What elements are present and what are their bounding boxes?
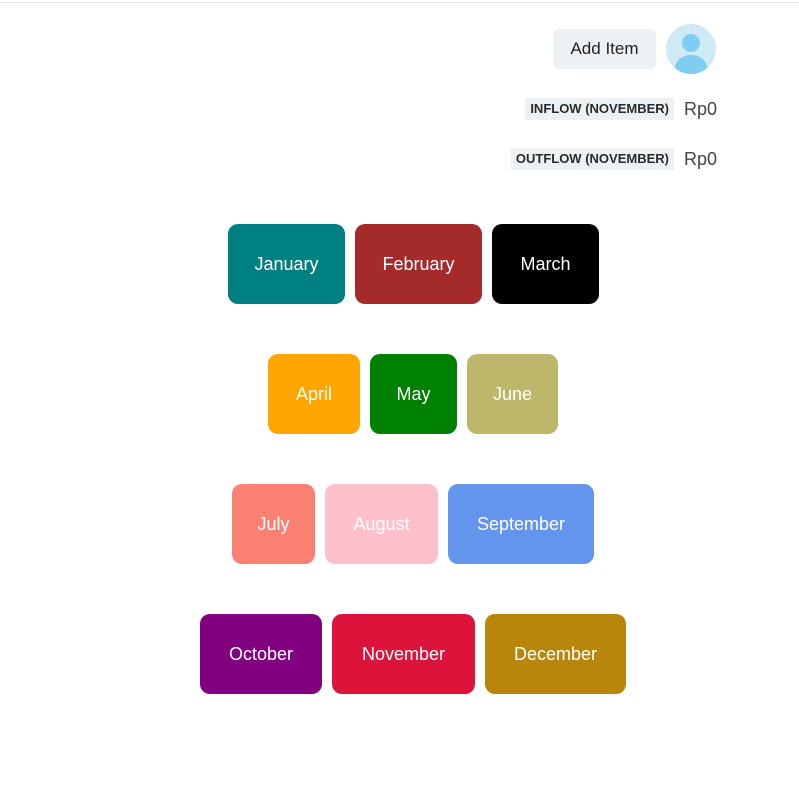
- month-button-june[interactable]: June: [467, 354, 558, 434]
- month-button-february[interactable]: February: [355, 224, 482, 304]
- outflow-summary: OUTFLOW (NOVEMBER) Rp0: [510, 148, 717, 170]
- month-button-october[interactable]: October: [200, 614, 322, 694]
- add-item-button[interactable]: Add Item: [553, 29, 656, 69]
- month-button-july[interactable]: July: [232, 484, 315, 564]
- month-button-march[interactable]: March: [492, 224, 599, 304]
- inflow-label: INFLOW (NOVEMBER): [525, 98, 674, 120]
- top-divider: [0, 2, 799, 3]
- month-button-november[interactable]: November: [332, 614, 475, 694]
- outflow-value: Rp0: [683, 149, 717, 169]
- month-button-august[interactable]: August: [325, 484, 438, 564]
- month-button-april[interactable]: April: [268, 354, 360, 434]
- month-button-may[interactable]: May: [370, 354, 457, 434]
- outflow-label: OUTFLOW (NOVEMBER): [510, 148, 674, 170]
- inflow-summary: INFLOW (NOVEMBER) Rp0: [525, 98, 717, 120]
- user-avatar-icon[interactable]: [666, 24, 716, 74]
- inflow-value: Rp0: [683, 99, 717, 119]
- month-button-december[interactable]: December: [485, 614, 626, 694]
- month-button-september[interactable]: September: [448, 484, 594, 564]
- month-button-january[interactable]: January: [228, 224, 345, 304]
